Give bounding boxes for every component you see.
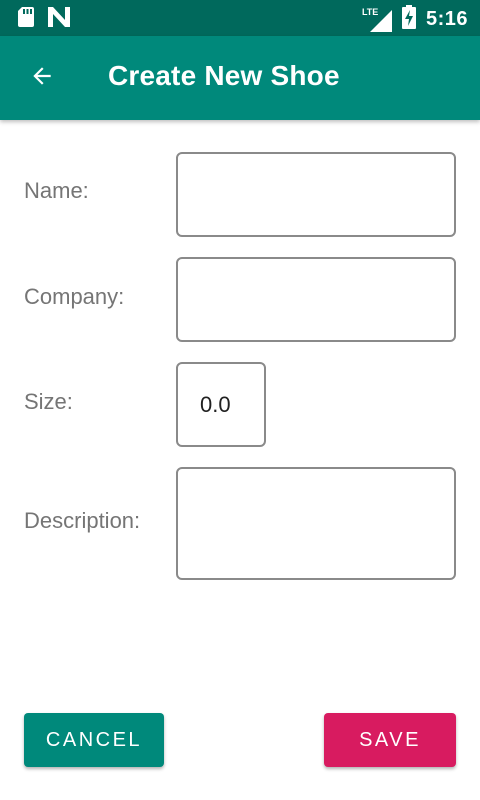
status-right: LTE 5:16 — [361, 5, 468, 34]
status-left — [18, 7, 70, 32]
app-bar: Create New Shoe — [0, 36, 480, 120]
description-label: Description: — [24, 508, 141, 533]
size-label: Size: — [24, 389, 73, 414]
back-button[interactable] — [20, 56, 64, 100]
description-field[interactable] — [176, 467, 456, 580]
company-label: Company: — [24, 284, 125, 309]
arrow-back-icon — [29, 63, 55, 94]
status-bar: LTE 5:16 — [0, 0, 480, 36]
lte-signal-icon: LTE — [361, 6, 392, 32]
network-type: LTE — [361, 6, 379, 17]
sd-card-icon — [18, 7, 34, 32]
size-field[interactable] — [176, 362, 266, 447]
name-label: Name: — [24, 178, 89, 203]
page-title: Create New Shoe — [108, 60, 340, 91]
name-field[interactable] — [176, 152, 456, 237]
company-field[interactable] — [176, 257, 456, 342]
status-time: 5:16 — [425, 8, 468, 30]
cancel-button[interactable]: Cancel — [24, 713, 164, 767]
save-button[interactable]: Save — [324, 713, 456, 767]
n-logo-icon — [48, 7, 70, 32]
battery-charging-icon — [401, 5, 416, 34]
